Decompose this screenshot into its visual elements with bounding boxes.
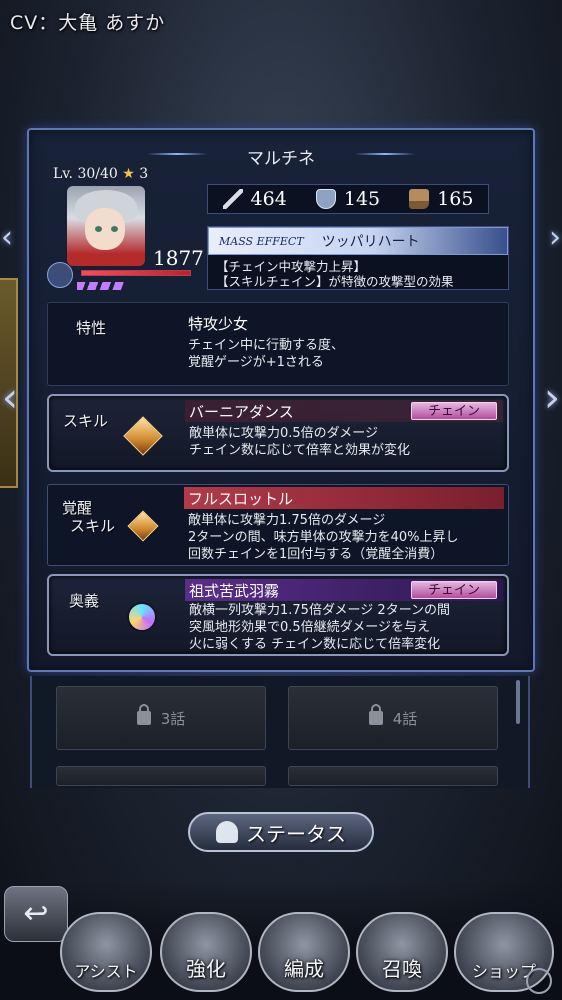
- nav-formation[interactable]: 編成: [258, 912, 350, 992]
- episode-slot-4[interactable]: 4話: [288, 686, 498, 750]
- mass-effect-desc-line1: 【チェイン中攻撃力上昇】: [216, 259, 367, 274]
- portrait-eye-left: [95, 226, 102, 232]
- mass-effect-box: MASS EFFECT ツッパリハート 【チェイン中攻撃力上昇】 【スキルチェイ…: [207, 226, 509, 290]
- nav-summon[interactable]: 召喚: [356, 912, 448, 992]
- episode-4-label: 4話: [392, 709, 418, 728]
- episode-list[interactable]: 3話 4話: [30, 676, 530, 788]
- awaken-desc-line3: 回数チェインを1回付与する（覚醒全消費）: [188, 547, 444, 562]
- ougi-box[interactable]: 奥義 祖式苦武羽霧 チェイン 敵横一列攻撃力1.75倍ダメージ 2ターンの間 突…: [47, 574, 509, 656]
- portrait-eye-right: [111, 226, 118, 232]
- ougi-name: 祖式苦武羽霧: [189, 582, 280, 600]
- trait-desc-line1: チェイン中に行動する度、: [188, 338, 345, 353]
- ougi-chain-tag: チェイン: [411, 581, 497, 599]
- trait-desc-line2: 覚醒ゲージが+1される: [188, 355, 324, 370]
- nav-assist-label: アシスト: [74, 962, 138, 981]
- back-button[interactable]: ↩: [4, 886, 68, 942]
- episode-3-label: 3話: [160, 709, 186, 728]
- trait-label: 特性: [76, 319, 107, 337]
- skill-chain-tag: チェイン: [411, 402, 497, 420]
- next-character-arrow[interactable]: ›: [542, 368, 562, 428]
- awaken-skill-desc: 敵単体に攻撃力1.75倍のダメージ 2ターンの間、味方単体の攻撃力を40%上昇し…: [188, 512, 459, 563]
- nav-enhance[interactable]: 強化: [160, 912, 252, 992]
- character-portrait[interactable]: [67, 186, 145, 266]
- awaken-desc-line2: 2ターンの間、味方単体の攻撃力を40%上昇し: [188, 530, 459, 545]
- awaken-gauge: [77, 282, 125, 290]
- trait-name: 特攻少女: [188, 315, 249, 333]
- star-count: 3: [139, 166, 149, 182]
- awaken-desc-line1: 敵単体に攻撃力1.75倍のダメージ: [188, 513, 386, 528]
- prev-character-arrow[interactable]: ‹: [0, 368, 20, 428]
- hp-value: 1877: [153, 246, 204, 270]
- ougi-orb-icon: [127, 602, 157, 632]
- right-edge-arrow[interactable]: ›: [548, 208, 562, 268]
- stat-speed: 165: [409, 188, 473, 210]
- trait-desc: チェイン中に行動する度、 覚醒ゲージが+1される: [188, 337, 344, 371]
- person-icon: [216, 821, 238, 843]
- stat-attack: 464: [222, 188, 287, 210]
- skill-label: スキル: [63, 412, 109, 430]
- boot-icon: [409, 189, 430, 209]
- status-button[interactable]: ステータス: [188, 812, 374, 852]
- episode-slot-5[interactable]: [56, 766, 266, 786]
- awaken-gem-icon: [127, 510, 159, 542]
- speed-value: 165: [437, 188, 474, 210]
- mass-effect-label: MASS EFFECT: [219, 234, 304, 248]
- skill-gem-icon: [123, 416, 163, 456]
- lock-icon: [368, 704, 383, 725]
- ougi-desc-line2: 突風地形効果で0.5倍継続ダメージを与え: [189, 620, 431, 635]
- stat-defense: 145: [315, 188, 381, 210]
- star-icon: ★: [122, 166, 135, 182]
- episode-scrollbar[interactable]: [516, 680, 520, 724]
- ougi-desc: 敵横一列攻撃力1.75倍ダメージ 2ターンの間 突風地形効果で0.5倍継続ダメー…: [189, 602, 450, 653]
- level-text: Lv. 30/40: [53, 166, 118, 182]
- left-edge-arrow[interactable]: ‹: [0, 208, 14, 268]
- skill-box[interactable]: スキル バーニアダンス チェイン 敵単体に攻撃力0.5倍のダメージ チェイン数に…: [47, 394, 509, 472]
- hp-bar-fill: [82, 271, 190, 275]
- awaken-skill-label-line2: スキル: [70, 517, 116, 535]
- portrait-face: [85, 208, 125, 250]
- status-button-label: ステータス: [246, 821, 346, 846]
- stats-bar: 464 145 165: [207, 184, 489, 214]
- nav-summon-label: 召喚: [382, 957, 422, 981]
- nav-formation-label: 編成: [284, 957, 324, 981]
- mass-effect-name: ツッパリハート: [321, 234, 420, 250]
- ougi-desc-line1: 敵横一列攻撃力1.75倍ダメージ 2ターンの間: [189, 603, 451, 618]
- shield-icon: [315, 189, 336, 209]
- weapon-type-icon: [47, 262, 73, 288]
- mass-effect-header: MASS EFFECT ツッパリハート: [208, 227, 508, 255]
- lock-icon: [136, 704, 151, 725]
- sword-icon: [222, 189, 243, 209]
- watermark-logo: [526, 968, 552, 994]
- skill-desc: 敵単体に攻撃力0.5倍のダメージ チェイン数に応じて倍率と効果が変化: [189, 425, 410, 459]
- defense-value: 145: [343, 188, 381, 210]
- hp-bar: [81, 270, 191, 276]
- skill-name: バーニアダンス: [189, 403, 294, 421]
- character-detail-panel: マルチネ Lv. 30/40 ★ 3 1877 464 145 165 MASS…: [27, 128, 535, 672]
- title-deco-right: [355, 153, 415, 155]
- awaken-skill-name: フルスロットル: [188, 490, 294, 508]
- mass-effect-desc-line2: 【スキルチェイン】が特徴の攻撃型の効果: [216, 274, 454, 289]
- episode-slot-6[interactable]: [288, 766, 498, 786]
- back-arrow-icon: ↩: [23, 896, 49, 931]
- episode-slot-3[interactable]: 3話: [56, 686, 266, 750]
- awaken-skill-box[interactable]: 覚醒 スキル フルスロットル 敵単体に攻撃力1.75倍のダメージ 2ターンの間、…: [47, 484, 509, 566]
- skill-desc-line2: チェイン数に応じて倍率と効果が変化: [189, 443, 411, 458]
- skill-desc-line1: 敵単体に攻撃力0.5倍のダメージ: [189, 426, 379, 441]
- nav-enhance-label: 強化: [186, 957, 226, 981]
- attack-value: 464: [250, 188, 287, 210]
- ougi-label: 奥義: [69, 592, 100, 610]
- ougi-desc-line3: 火に弱くする チェイン数に応じて倍率変化: [189, 637, 441, 652]
- mass-effect-desc: 【チェイン中攻撃力上昇】 【スキルチェイン】が特徴の攻撃型の効果: [208, 255, 508, 293]
- nav-assist[interactable]: アシスト: [60, 912, 152, 992]
- level-stars: Lv. 30/40 ★ 3: [53, 166, 148, 182]
- trait-box: 特性 特攻少女 チェイン中に行動する度、 覚醒ゲージが+1される: [47, 302, 509, 386]
- cv-label: CV：大亀 あすか: [10, 12, 166, 34]
